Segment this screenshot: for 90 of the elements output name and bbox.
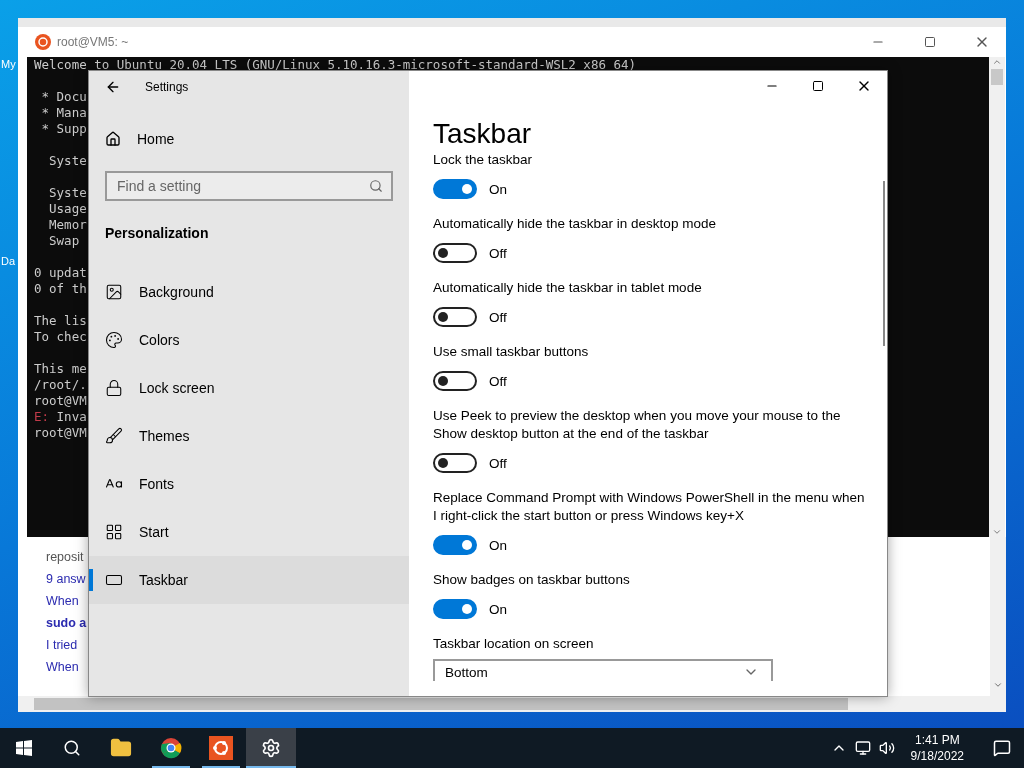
setting-label: Replace Command Prompt with Windows PowerShell in the menu when I right-click the start button or press Windows key+X <box>433 489 866 525</box>
terminal-line: * Supp <box>40 121 87 137</box>
terminal-line: Welcome to Ubuntu 20.04 LTS (GNU/Linux 5.10.16.3-microsoft-standard-WSL2 x86_64) <box>34 57 637 73</box>
result-link[interactable]: When <box>46 656 79 678</box>
palette-icon <box>105 331 123 349</box>
lock-icon <box>105 379 123 397</box>
terminal-line: 0 updat <box>34 265 87 281</box>
scroll-down-icon[interactable] <box>992 527 1002 537</box>
scroll-up-icon[interactable] <box>992 57 1002 67</box>
toggle-switch[interactable] <box>433 599 477 619</box>
setting-label: Automatically hide the taskbar in desktop mode <box>433 215 716 233</box>
horizontal-scrollbar[interactable] <box>18 696 1006 712</box>
toggle-switch[interactable] <box>433 179 477 199</box>
toggle-status: Off <box>489 309 507 325</box>
terminal-line: * Mana <box>40 105 87 121</box>
terminal-line: * Docu <box>40 89 87 105</box>
search-field[interactable]: Find a setting <box>105 171 393 201</box>
home-icon <box>105 131 121 147</box>
result-link[interactable]: 9 answ <box>46 568 86 590</box>
network-icon[interactable] <box>854 740 871 756</box>
maximize-icon <box>924 36 936 48</box>
windows-logo-icon <box>16 740 32 756</box>
gear-icon <box>261 738 281 758</box>
terminal-line: E: Inva <box>34 409 87 425</box>
setting-label: Use small taskbar buttons <box>433 343 589 361</box>
terminal-line: 0 of th <box>34 281 87 297</box>
nav-item[interactable]: Taskbar <box>89 556 409 604</box>
search-icon <box>63 739 81 757</box>
picture-frame-icon <box>105 283 123 301</box>
vertical-scrollbar[interactable] <box>989 57 1005 537</box>
toggle-status: On <box>489 537 507 553</box>
desktop-icon-label[interactable]: Da <box>1 255 16 267</box>
setting-label: Taskbar location on screen <box>433 635 594 653</box>
setting-label: Show badges on taskbar buttons <box>433 571 630 589</box>
scrollbar[interactable] <box>883 181 885 346</box>
terminal-line: Syste <box>48 185 87 201</box>
toggle-status: On <box>489 181 507 197</box>
terminal-line: Memor <box>48 217 87 233</box>
nav-item[interactable]: Lock screen <box>89 364 409 412</box>
nav-item[interactable]: Themes <box>89 412 409 460</box>
nav-item[interactable]: Start <box>89 508 409 556</box>
toggle-status: On <box>489 601 507 617</box>
result-text: reposit <box>46 549 84 566</box>
terminal-line: Usage <box>48 201 87 217</box>
page-title: Taskbar <box>433 117 532 151</box>
result-link[interactable]: When <box>46 590 79 612</box>
window-title: root@VM5: ~ <box>57 35 130 49</box>
terminal-line: root@VM <box>34 393 87 409</box>
toggle-switch[interactable] <box>433 535 477 555</box>
scroll-down-icon[interactable] <box>993 680 1003 690</box>
section-heading: Personalization <box>105 224 210 243</box>
nav-item[interactable]: Colors <box>89 316 409 364</box>
terminal-line: /root/. <box>34 377 87 393</box>
ubuntu-logo-icon <box>35 34 51 50</box>
maximize-icon <box>812 80 824 92</box>
folder-icon <box>110 737 132 759</box>
toggle-switch[interactable] <box>433 307 477 327</box>
taskbar-app-button[interactable] <box>246 728 296 768</box>
toggle-status: Off <box>489 245 507 261</box>
setting-label: Lock the taskbar <box>433 151 533 169</box>
browser-logo-icon <box>160 737 182 759</box>
window-title: Settings <box>145 80 189 94</box>
toggle-switch[interactable] <box>433 453 477 473</box>
setting-label: Use Peek to preview the desktop when you move your mouse to the Show desktop button at the end of the taskbar <box>433 407 842 443</box>
clock[interactable]: 1:41 PM 9/18/2022 <box>902 732 972 764</box>
result-text: sudo a <box>46 615 87 632</box>
nav-item[interactable]: Fonts <box>89 460 409 508</box>
terminal-line: Syste <box>48 153 87 169</box>
location-dropdown[interactable]: Bottom <box>433 659 773 681</box>
search-icon <box>369 179 383 193</box>
toggle-switch[interactable] <box>433 243 477 263</box>
tiles-icon <box>105 523 123 541</box>
back-icon[interactable] <box>105 79 121 95</box>
terminal-line: Swap <box>48 233 80 249</box>
ubuntu-logo-icon <box>209 736 233 760</box>
toggle-status: Off <box>489 455 507 471</box>
terminal-line: root@VM <box>34 425 87 441</box>
terminal-line: To chec <box>34 329 87 345</box>
toggle-switch[interactable] <box>433 371 477 391</box>
scroll-thumb[interactable] <box>34 698 848 710</box>
volume-icon[interactable] <box>878 740 895 756</box>
toggle-status: Off <box>489 373 507 389</box>
terminal-line: This me <box>34 361 87 377</box>
terminal-line: The lis <box>34 313 87 329</box>
home-nav-item[interactable]: Home <box>89 123 409 155</box>
setting-label: Automatically hide the taskbar in tablet mode <box>433 279 702 297</box>
result-link[interactable]: I tried <box>46 634 78 656</box>
nav-item[interactable]: Background <box>89 268 409 316</box>
brush-icon <box>105 427 123 445</box>
scroll-thumb[interactable] <box>991 69 1003 85</box>
